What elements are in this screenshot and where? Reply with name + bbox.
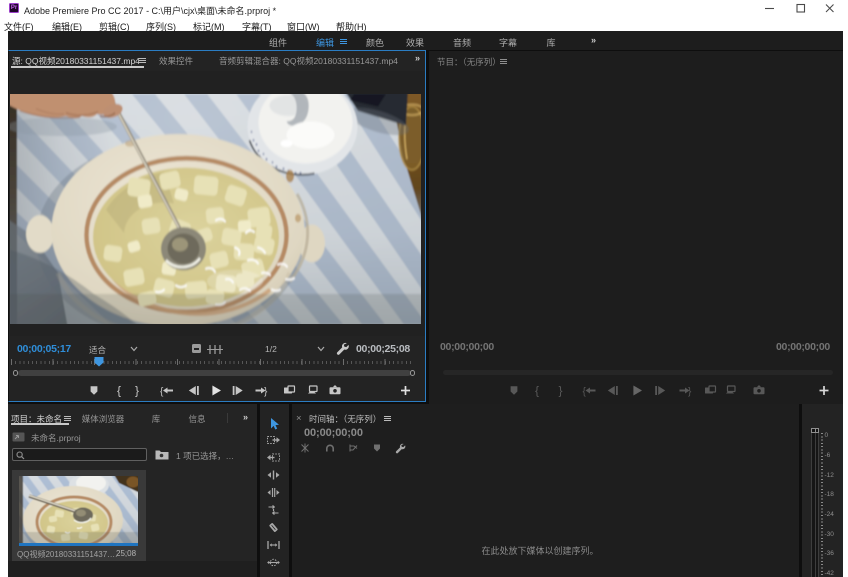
svg-text:{: {: [160, 387, 164, 398]
svg-text:{: {: [583, 387, 587, 398]
svg-text:{: {: [535, 384, 539, 398]
svg-text:}: }: [135, 384, 139, 398]
svg-text:}: }: [688, 387, 692, 398]
svg-text:}: }: [558, 384, 562, 398]
svg-text:{: {: [117, 384, 121, 398]
svg-text:}: }: [264, 387, 268, 398]
